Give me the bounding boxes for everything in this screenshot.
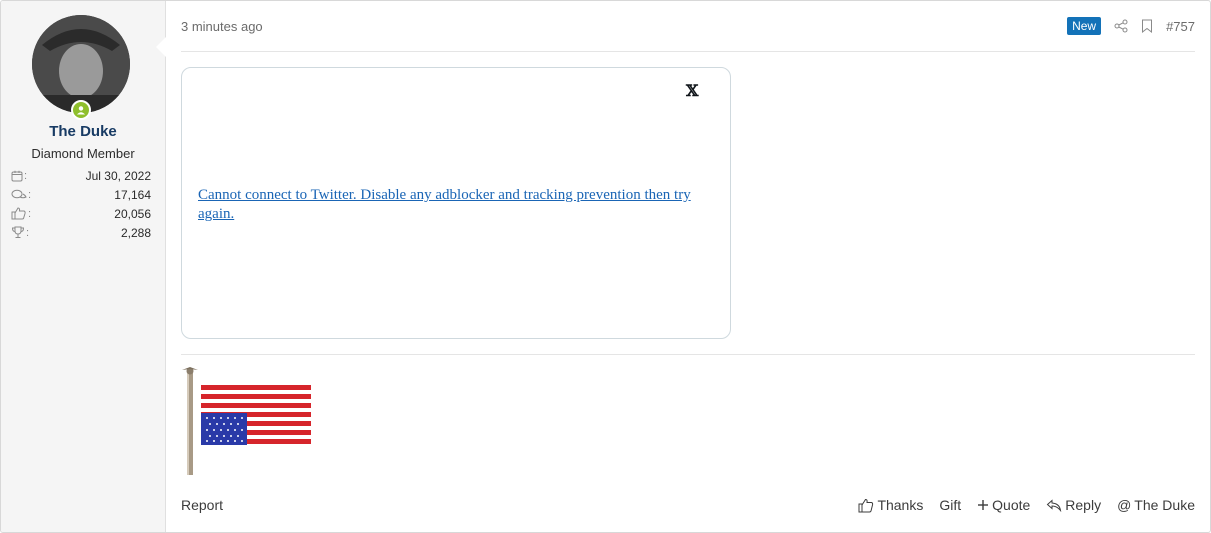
at-icon: @ xyxy=(1117,497,1132,513)
avatar-container[interactable] xyxy=(32,15,130,120)
mention-button[interactable]: @ The Duke xyxy=(1117,497,1195,513)
online-status-icon xyxy=(71,100,91,120)
footer-left: Report xyxy=(181,497,223,513)
avatar-image-icon xyxy=(32,15,130,113)
message-arrow xyxy=(156,37,166,57)
reactions-icon: : xyxy=(11,207,31,220)
forum-post: The Duke Diamond Member : Jul 30, 2022 :… xyxy=(0,0,1211,533)
report-link[interactable]: Report xyxy=(181,497,223,513)
twitter-error-link[interactable]: Cannot connect to Twitter. Disable any a… xyxy=(198,186,714,224)
trophy-icon: : xyxy=(11,226,29,239)
post-header-actions: New #757 xyxy=(1067,17,1195,35)
quote-label: Quote xyxy=(992,497,1031,513)
avatar[interactable] xyxy=(32,15,130,113)
post-header: 3 minutes ago New #757 xyxy=(181,1,1195,52)
user-title: Diamond Member xyxy=(31,146,135,161)
gift-button[interactable]: Gift xyxy=(939,497,961,513)
new-badge: New xyxy=(1067,17,1102,35)
signature-flag-image xyxy=(181,365,316,477)
stat-value: 20,056 xyxy=(114,206,151,221)
stat-value: 2,288 xyxy=(120,225,151,240)
gift-label: Gift xyxy=(939,497,962,513)
upside-down-flag-icon xyxy=(182,367,311,475)
stat-value: Jul 30, 2022 xyxy=(85,168,151,183)
post-footer: Report Thanks Gift Quote Reply @ The Duk… xyxy=(181,494,1195,516)
share-icon[interactable] xyxy=(1114,19,1128,33)
bookmark-icon[interactable] xyxy=(1141,19,1153,33)
thumbs-up-icon xyxy=(858,498,874,512)
mention-label: The Duke xyxy=(1134,497,1195,513)
reply-icon xyxy=(1047,498,1062,512)
stat-reactions: : 20,056 xyxy=(11,204,151,223)
signature-divider xyxy=(181,354,1195,355)
twitter-embed: 𝕏 Cannot connect to Twitter. Disable any… xyxy=(181,67,731,339)
post-timestamp[interactable]: 3 minutes ago xyxy=(181,19,263,34)
quote-button[interactable]: Quote xyxy=(977,497,1030,513)
reply-label: Reply xyxy=(1065,497,1102,513)
messages-icon: : xyxy=(11,189,31,201)
post-actions: Thanks Gift Quote Reply @ The Duke xyxy=(858,497,1195,513)
username-link[interactable]: The Duke xyxy=(1,123,165,140)
post-main: 3 minutes ago New #757 𝕏 Cannot connect … xyxy=(166,1,1210,532)
plus-icon xyxy=(978,500,989,510)
calendar-icon: : xyxy=(11,170,27,182)
user-stats: : Jul 30, 2022 : 17,164 : 20,056 : 2,288 xyxy=(11,166,151,242)
stat-messages: : 17,164 xyxy=(11,185,151,204)
reply-button[interactable]: Reply xyxy=(1046,497,1101,513)
post-number-link[interactable]: #757 xyxy=(1166,19,1195,34)
user-sidebar: The Duke Diamond Member : Jul 30, 2022 :… xyxy=(1,1,166,532)
stat-trophies: : 2,288 xyxy=(11,223,151,242)
stat-value: 17,164 xyxy=(114,187,151,202)
thanks-button[interactable]: Thanks xyxy=(858,497,923,513)
thanks-label: Thanks xyxy=(877,497,924,513)
stat-joined: : Jul 30, 2022 xyxy=(11,166,151,185)
x-logo-icon[interactable]: 𝕏 xyxy=(686,81,698,100)
